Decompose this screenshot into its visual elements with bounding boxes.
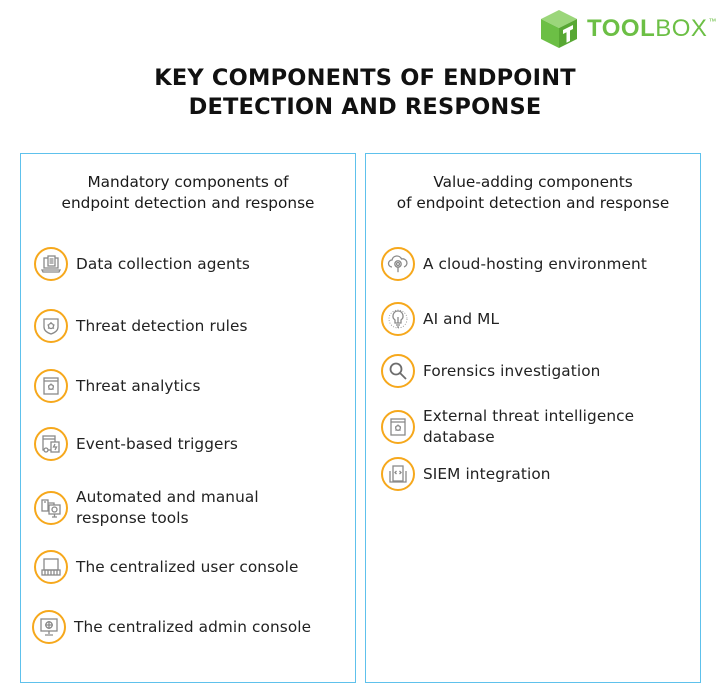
mandatory-heading: Mandatory components of endpoint detecti… (21, 172, 355, 214)
mandatory-components-panel: Mandatory components of endpoint detecti… (20, 153, 356, 683)
value-adding-heading: Value-adding components of endpoint dete… (366, 172, 700, 214)
list-item: A cloud-hosting environment (381, 247, 647, 281)
cube-logo-icon (541, 10, 577, 48)
item-label: The centralized admin console (74, 617, 312, 636)
brand-name: TOOLBOX™ (587, 15, 717, 42)
toolbox-logo: TOOLBOX™ (538, 8, 717, 50)
heading-line-2: of endpoint detection and response (396, 194, 670, 212)
shield-bug-icon (34, 309, 68, 343)
list-item: AI and ML (381, 302, 499, 336)
list-item: Threat analytics (34, 369, 201, 403)
cloud-search-icon (381, 247, 415, 281)
monitor-target-icon (32, 610, 66, 644)
item-label: The centralized user console (76, 557, 299, 576)
magnifier-icon (381, 354, 415, 388)
browser-bug-icon (381, 410, 415, 444)
list-item: The centralized admin console (32, 610, 311, 644)
list-item: Data collection agents (34, 247, 250, 281)
title-line-1: KEY COMPONENTS OF ENDPOINT (154, 65, 576, 91)
browser-bug-icon (34, 369, 68, 403)
lightbulb-icon (381, 302, 415, 336)
list-item: Event-based triggers (34, 427, 238, 461)
item-label: SIEM integration (423, 464, 551, 483)
item-label: Data collection agents (76, 254, 250, 273)
list-item: SIEM integration (381, 457, 551, 491)
list-item: Automated and manual response tools (34, 487, 259, 529)
item-label: Forensics investigation (423, 361, 601, 380)
code-document-icon (381, 457, 415, 491)
heading-line-1: Mandatory components of (87, 173, 289, 191)
value-adding-components-panel: Value-adding components of endpoint dete… (365, 153, 701, 683)
list-item: External threat intelligence database (381, 406, 634, 448)
list-item: Threat detection rules (34, 309, 248, 343)
laptop-keyboard-icon (34, 550, 68, 584)
item-label: A cloud-hosting environment (423, 254, 647, 273)
page-title: KEY COMPONENTS OF ENDPOINT DETECTION AND… (0, 64, 720, 122)
item-label: Event-based triggers (76, 434, 239, 453)
heading-line-1: Value-adding components (433, 173, 633, 191)
heading-line-2: endpoint detection and response (61, 194, 315, 212)
item-label: Threat analytics (76, 376, 201, 395)
phone-monitor-icon (34, 491, 68, 525)
item-label: Threat detection rules (76, 316, 248, 335)
list-item: Forensics investigation (381, 354, 600, 388)
document-laptop-icon (34, 247, 68, 281)
item-label: Automated and manual response tools (76, 488, 259, 527)
title-line-2: DETECTION AND RESPONSE (188, 94, 542, 120)
item-label: External threat intelligence database (423, 407, 635, 446)
item-label: AI and ML (423, 309, 500, 328)
trigger-devices-icon (34, 427, 68, 461)
list-item: The centralized user console (34, 550, 298, 584)
